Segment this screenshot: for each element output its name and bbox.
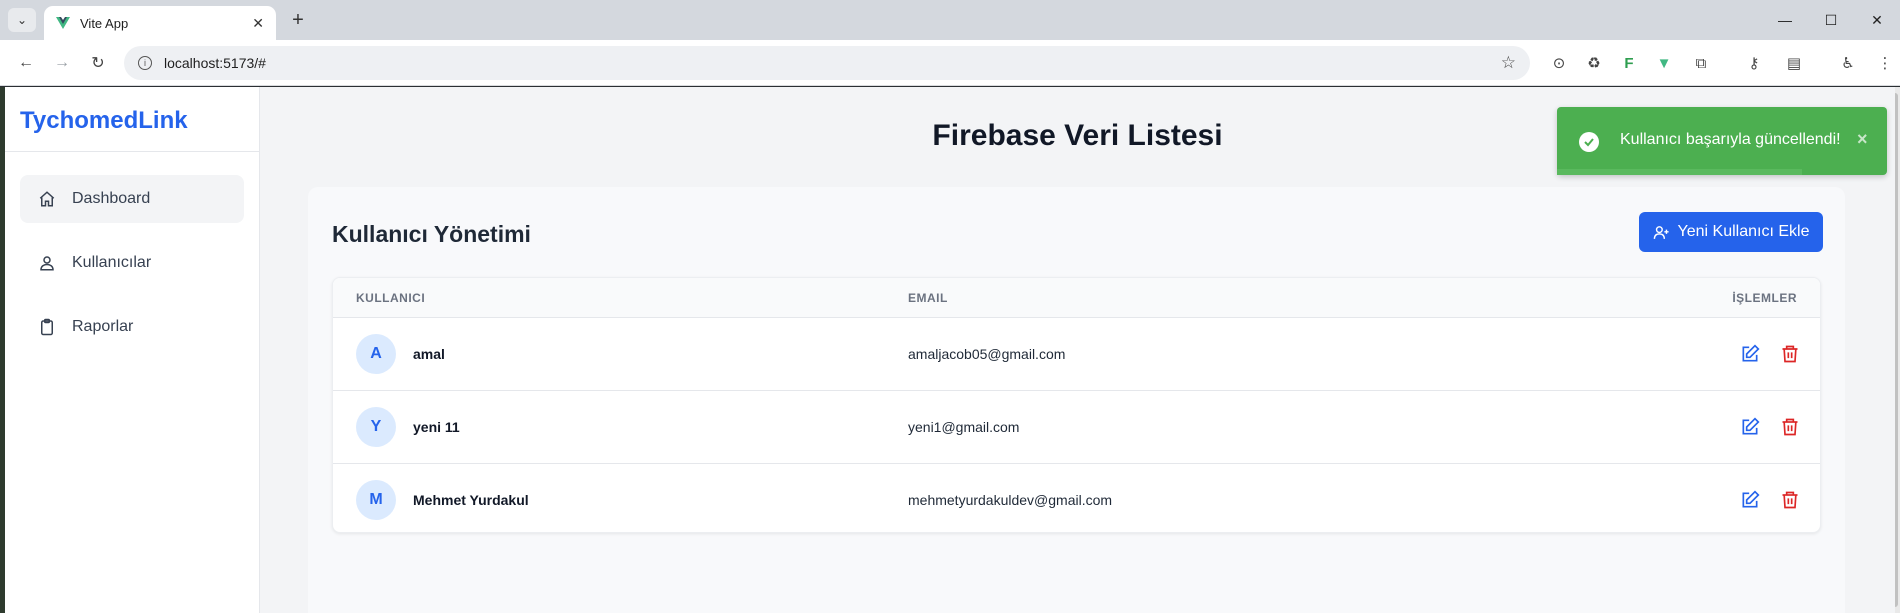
user-name: Mehmet Yurdakul (413, 492, 529, 508)
users-table: KULLANICI EMAIL İŞLEMLER A amal amaljaco… (332, 277, 1821, 533)
add-user-label: Yeni Kullanıcı Ekle (1677, 223, 1810, 240)
user-management-panel: Kullanıcı Yönetimi Yeni Kullanıcı Ekle K… (308, 187, 1845, 613)
sidebar-item-users[interactable]: Kullanıcılar (20, 239, 244, 287)
site-info-icon[interactable]: i (138, 56, 152, 70)
url-text[interactable]: localhost:5173/# (164, 55, 266, 71)
avatar: A (356, 334, 396, 374)
edit-icon[interactable] (1740, 344, 1760, 364)
avatar: M (356, 480, 396, 520)
extension-f-icon[interactable]: F (1618, 52, 1640, 74)
user-plus-icon (1653, 225, 1669, 239)
tab-search-button[interactable]: ⌄ (8, 8, 36, 32)
maximize-button[interactable]: ☐ (1808, 0, 1854, 40)
panel-title: Kullanıcı Yönetimi (332, 221, 531, 247)
sidebar-item-reports[interactable]: Raporlar (20, 303, 244, 351)
sidebar-item-label: Dashboard (72, 190, 151, 207)
brand-logo[interactable]: TychomedLink (20, 107, 188, 135)
avatar: Y (356, 407, 396, 447)
browser-tabstrip: ⌄ Vite App ✕ + — ☐ ✕ (0, 0, 1900, 40)
address-bar[interactable]: i localhost:5173/# ☆ (124, 46, 1530, 80)
tab-close-icon[interactable]: ✕ (252, 15, 264, 32)
user-name: amal (413, 346, 445, 362)
browser-tab[interactable]: Vite App ✕ (44, 6, 276, 40)
browser-menu-icon[interactable]: ⋮ (1874, 52, 1896, 74)
extension-icon[interactable]: ⊙ (1548, 52, 1570, 74)
user-email: yeni1@gmail.com (908, 419, 1020, 435)
window-controls: — ☐ ✕ (1762, 0, 1900, 40)
success-toast: Kullanıcı başarıyla güncellendi! × (1557, 107, 1887, 175)
forward-button[interactable]: → (50, 51, 74, 75)
user-email: amaljacob05@gmail.com (908, 346, 1066, 362)
delete-icon[interactable] (1780, 490, 1800, 510)
column-header-user: KULLANICI (356, 291, 426, 305)
reload-button[interactable]: ↻ (86, 51, 110, 75)
table-row: Y yeni 11 yeni1@gmail.com (333, 391, 1820, 464)
vue-logo-icon (56, 17, 70, 29)
divider (5, 151, 260, 152)
tab-title: Vite App (80, 15, 129, 31)
table-row: M Mehmet Yurdakul mehmetyurdakuldev@gmai… (333, 464, 1820, 532)
users-icon (40, 256, 54, 271)
edit-icon[interactable] (1740, 417, 1760, 437)
toast-progress-bar (1557, 169, 1802, 175)
sidebar: TychomedLink Dashboard Kullanıcılar Rapo… (5, 87, 260, 613)
password-key-icon[interactable]: ⚷ (1743, 52, 1765, 74)
add-user-button[interactable]: Yeni Kullanıcı Ekle (1639, 212, 1823, 252)
toast-close-icon[interactable]: × (1857, 129, 1868, 150)
bookmark-star-icon[interactable]: ☆ (1501, 53, 1516, 73)
sidebar-item-label: Kullanıcılar (72, 254, 152, 271)
user-name: yeni 11 (413, 419, 460, 435)
browser-toolbar: ← → ↻ i localhost:5173/# ☆ ⊙ ♻ F ▼ ⧉ ⚷ ▤… (0, 40, 1900, 86)
table-header: KULLANICI EMAIL İŞLEMLER (333, 278, 1820, 318)
edit-icon[interactable] (1740, 490, 1760, 510)
toast-message: Kullanıcı başarıyla güncellendi! (1620, 131, 1841, 148)
new-tab-button[interactable]: + (286, 8, 310, 32)
column-header-email: EMAIL (908, 291, 948, 305)
extension-recycle-icon[interactable]: ♻ (1583, 52, 1605, 74)
delete-icon[interactable] (1780, 417, 1800, 437)
sidebar-item-dashboard[interactable]: Dashboard (20, 175, 244, 223)
vue-devtools-icon[interactable]: ▼ (1653, 52, 1675, 74)
clipboard-icon (41, 318, 53, 336)
reading-list-icon[interactable]: ▤ (1783, 52, 1805, 74)
minimize-button[interactable]: — (1762, 0, 1808, 40)
user-email: mehmetyurdakuldev@gmail.com (908, 492, 1113, 508)
table-row: A amal amaljacob05@gmail.com (333, 318, 1820, 391)
accessibility-icon[interactable]: ♿ (1837, 52, 1859, 74)
check-circle-icon (1579, 132, 1599, 152)
back-button[interactable]: ← (14, 51, 38, 75)
sidebar-item-label: Raporlar (72, 318, 134, 335)
close-window-button[interactable]: ✕ (1854, 0, 1900, 40)
extensions-puzzle-icon[interactable]: ⧉ (1690, 52, 1712, 74)
home-icon (39, 191, 55, 207)
delete-icon[interactable] (1780, 344, 1800, 364)
column-header-actions: İŞLEMLER (1732, 291, 1797, 305)
